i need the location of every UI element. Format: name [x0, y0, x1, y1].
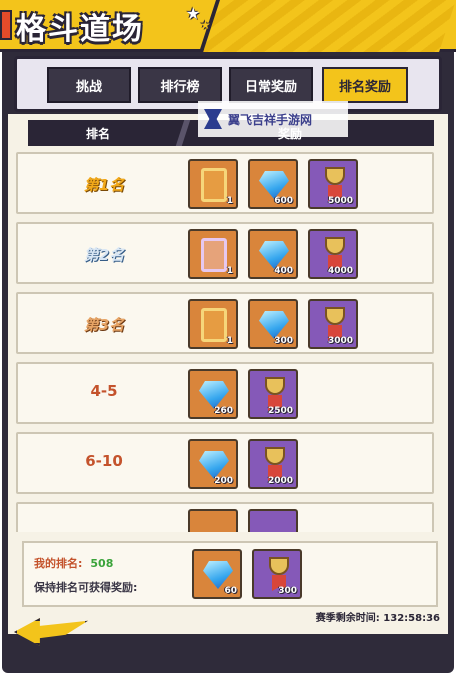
reward-qty: 4000: [327, 266, 353, 276]
reward-qty: 2000: [267, 476, 293, 486]
rank-label: 4-5: [90, 382, 118, 400]
reward-qty: 60: [224, 586, 237, 596]
reward-qty: 2500: [267, 406, 293, 416]
reward-qty: 300: [274, 336, 293, 346]
frame-icon: [201, 168, 227, 202]
rank-badge-1: 第1名: [58, 170, 150, 198]
watermark: 翼飞吉祥手游网: [198, 101, 348, 137]
rank-label: 第2名: [83, 245, 125, 264]
star-icon: ★: [200, 18, 211, 32]
reward-qty: 400: [274, 266, 293, 276]
reward-qty: 1: [226, 196, 233, 206]
table-row: 第1名 1 600 5000: [16, 152, 434, 214]
tab-rank-rewards[interactable]: 排名奖励: [322, 67, 408, 103]
gem-icon: [199, 451, 229, 479]
reward-qty: 600: [274, 196, 293, 206]
reward-item[interactable]: 1: [188, 229, 238, 279]
rank-label: 第1名: [83, 175, 125, 194]
reward-item[interactable]: 2500: [248, 369, 298, 419]
reward-qty: 300: [278, 586, 297, 596]
tab-daily-rewards[interactable]: 日常奖励: [229, 67, 313, 103]
rank-label: 6-10: [85, 452, 123, 470]
reward-item[interactable]: 4000: [308, 229, 358, 279]
reward-item[interactable]: 300: [252, 549, 302, 599]
reward-item[interactable]: 1: [188, 299, 238, 349]
watermark-text: 翼飞吉祥手游网: [228, 112, 313, 127]
season-timer: 赛季剩余时间: 132:58:36: [290, 609, 440, 624]
keep-rank-label: 保持排名可获得奖励:: [34, 581, 138, 594]
gem-icon: [203, 561, 233, 589]
frame-icon: [201, 238, 227, 272]
reward-qty: 3000: [327, 336, 353, 346]
header-stripe: [199, 0, 456, 52]
my-rank-panel: 我的排名: 508 保持排名可获得奖励: 60 300: [22, 541, 438, 607]
gem-icon: [259, 171, 289, 199]
season-time: 132:58:36: [383, 613, 440, 624]
gem-icon: [259, 311, 289, 339]
watermark-logo-icon: [204, 109, 222, 129]
gem-icon: [199, 381, 229, 409]
reward-item[interactable]: 200: [188, 439, 238, 489]
reward-item[interactable]: 260: [188, 369, 238, 419]
reward-item[interactable]: 600: [248, 159, 298, 209]
page-title: 格斗道场: [16, 12, 144, 47]
content-area: 排名 奖励 第1名 1 600 5000 第2名: [8, 114, 448, 634]
rank-badge-3: 第3名: [58, 310, 150, 338]
my-rank-value: 508: [90, 557, 114, 570]
table-row: [16, 502, 434, 532]
star-icon: ★: [186, 4, 201, 23]
reward-qty: 1: [226, 336, 233, 346]
reward-item[interactable]: [188, 509, 238, 532]
column-divider: [175, 120, 191, 146]
reward-qty: 1: [226, 266, 233, 276]
reward-item[interactable]: 3000: [308, 299, 358, 349]
reward-item[interactable]: 300: [248, 299, 298, 349]
column-rank: 排名: [86, 127, 111, 141]
tab-challenge[interactable]: 挑战: [47, 67, 131, 103]
frame-icon: [201, 308, 227, 342]
my-rank-label: 我的排名:: [34, 557, 83, 570]
reward-item[interactable]: 5000: [308, 159, 358, 209]
table-row: 4-5 260 2500: [16, 362, 434, 424]
table-row: 6-10 200 2000: [16, 432, 434, 494]
table-row: 第2名 1 400 4000: [16, 222, 434, 284]
reward-list[interactable]: 第1名 1 600 5000 第2名 1 400 4000 第3名 1 300 …: [14, 152, 438, 532]
table-row: 第3名 1 300 3000: [16, 292, 434, 354]
rank-badge-2: 第2名: [58, 240, 150, 268]
reward-qty: 5000: [327, 196, 353, 206]
season-label: 赛季剩余时间:: [315, 613, 380, 624]
back-arrow-icon: [14, 618, 88, 646]
reward-qty: 260: [214, 406, 233, 416]
reward-item[interactable]: 60: [192, 549, 242, 599]
reward-item[interactable]: 1: [188, 159, 238, 209]
reward-item[interactable]: 2000: [248, 439, 298, 489]
header-bar: 格斗道场 ★ ★: [0, 0, 456, 52]
reward-item[interactable]: [248, 509, 298, 532]
title-accent: [0, 10, 12, 40]
gem-icon: [259, 241, 289, 269]
reward-qty: 200: [214, 476, 233, 486]
tab-leaderboard[interactable]: 排行榜: [138, 67, 222, 103]
my-rank-line: 我的排名: 508: [34, 555, 113, 571]
rank-label: 第3名: [83, 315, 125, 334]
reward-item[interactable]: 400: [248, 229, 298, 279]
back-button[interactable]: [14, 612, 90, 652]
